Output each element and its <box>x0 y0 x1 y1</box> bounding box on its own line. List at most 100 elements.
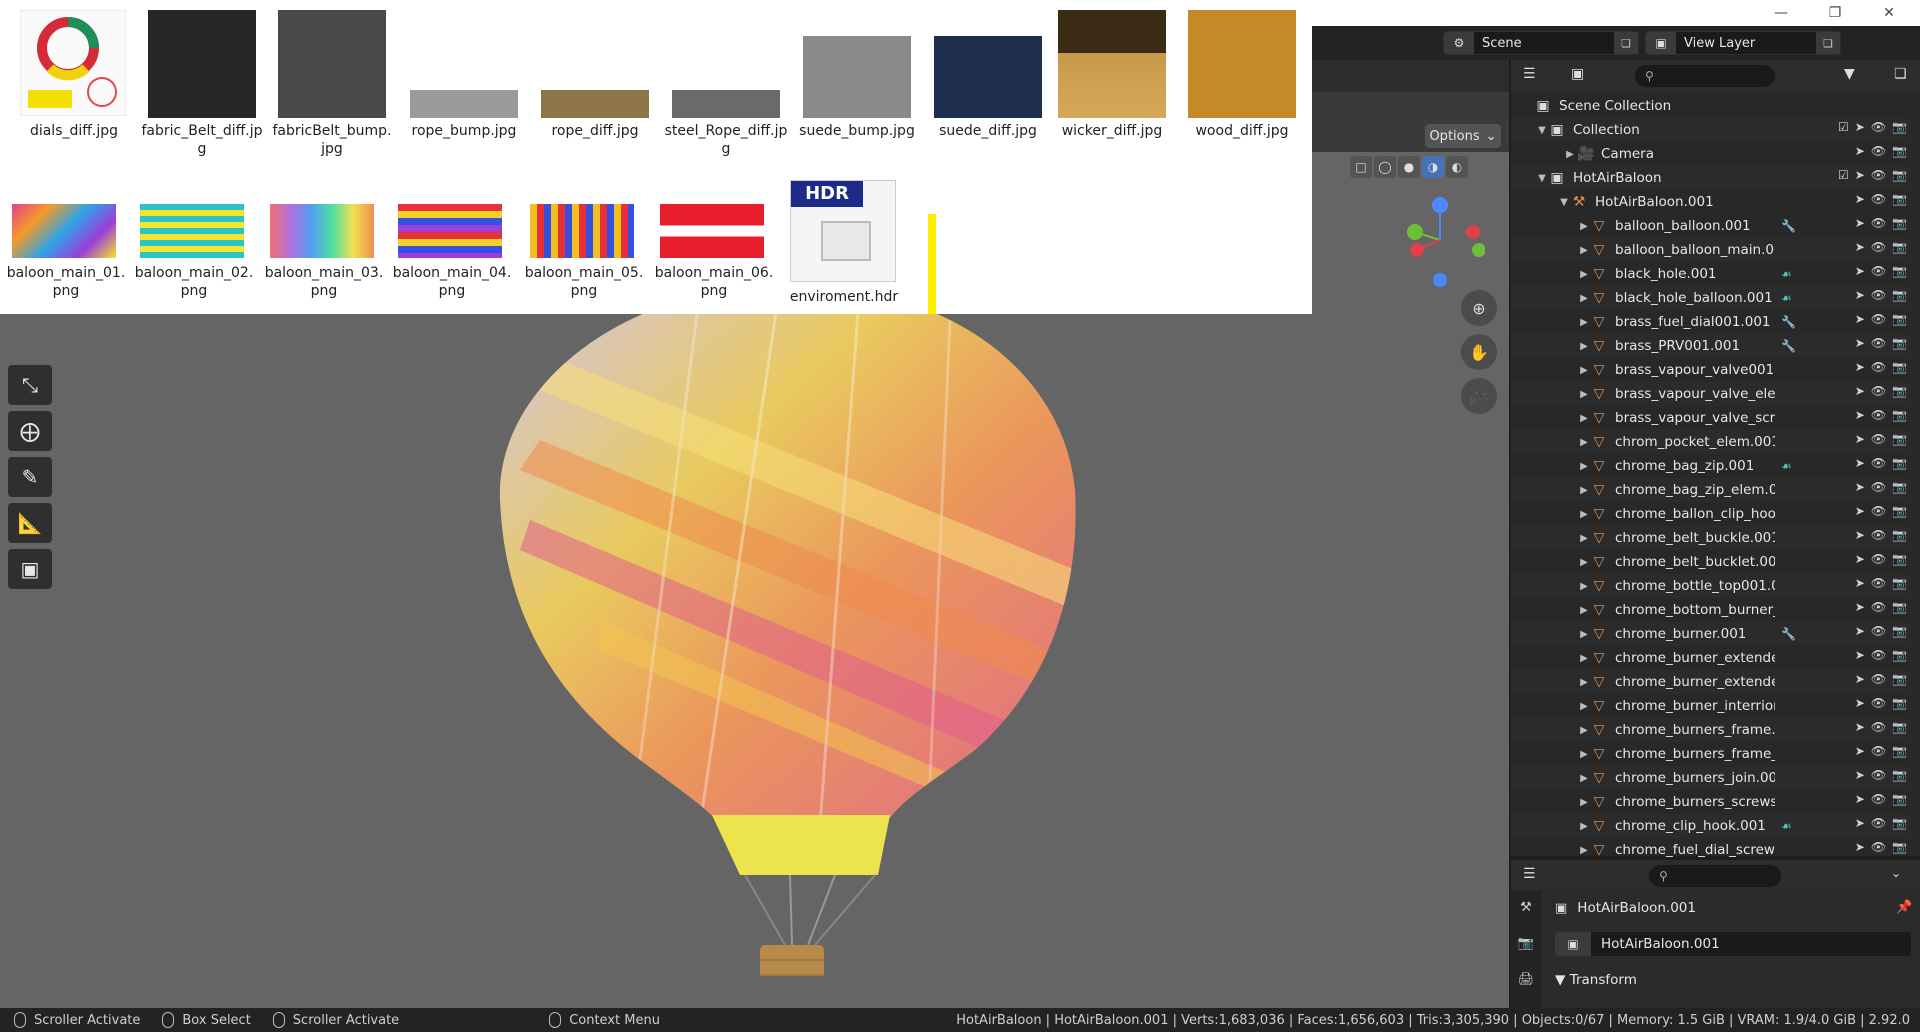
camera-icon[interactable]: 📷 <box>1892 792 1907 806</box>
camera-icon[interactable]: 📷 <box>1892 600 1907 614</box>
expand-arrow-icon[interactable]: ▶ <box>1577 437 1591 448</box>
camera-icon[interactable]: 📷 <box>1892 216 1907 230</box>
expand-arrow-icon[interactable]: ▶ <box>1577 245 1591 256</box>
expand-arrow-icon[interactable]: ▶ <box>1577 701 1591 712</box>
outliner-row-object[interactable]: ▶ ▽ balloon_balloon_main.001 ➤ 👁 📷 <box>1511 238 1911 262</box>
file-item-enviroment-hdr[interactable]: HDR enviroment.hdr <box>790 180 898 306</box>
file-item-baloon-main-04[interactable]: baloon_main_04. png <box>393 204 511 300</box>
expand-arrow-icon[interactable]: ▶ <box>1577 797 1591 808</box>
file-browser-overlay[interactable]: dials_diff.jpg fabric_Belt_diff.jp g fab… <box>0 0 1312 314</box>
select-arrow-icon[interactable]: ➤ <box>1855 120 1865 134</box>
pin-icon[interactable]: 📌 <box>1896 900 1912 915</box>
select-arrow-icon[interactable]: ➤ <box>1855 240 1865 254</box>
expand-arrow-icon[interactable]: ▶ <box>1577 293 1591 304</box>
minimize-icon[interactable]: — <box>1758 0 1804 26</box>
camera-icon[interactable]: 📷 <box>1892 144 1907 158</box>
eye-icon[interactable]: 👁 <box>1871 336 1886 350</box>
tree-icon[interactable]: ☙ <box>1781 267 1792 281</box>
tree-icon[interactable]: ☙ <box>1781 459 1792 473</box>
properties-panel[interactable]: ☰ ⚲ ⌄ ⚒ 📷 🖨 ▣ HotAirBaloon.001 ▣ HotAirB… <box>1511 860 1920 1010</box>
select-arrow-icon[interactable]: ➤ <box>1855 192 1865 206</box>
eye-icon[interactable]: 👁 <box>1871 216 1886 230</box>
eye-icon[interactable]: 👁 <box>1871 480 1886 494</box>
new-view-layer-icon[interactable]: ❏ <box>1816 32 1840 54</box>
outliner-row-object[interactable]: ▶ ▽ chrome_belt_bucklet.001 ➤ 👁 📷 <box>1511 550 1911 574</box>
outliner-row-object[interactable]: ▶▽ brass_vapour_valve001.001 ➤ 👁 📷 <box>1511 358 1911 382</box>
chevron-down-icon[interactable]: ⌄ <box>1891 866 1901 880</box>
new-scene-icon[interactable]: ❏ <box>1614 32 1638 54</box>
eye-icon[interactable]: 👁 <box>1871 600 1886 614</box>
expand-arrow-icon[interactable]: ▶ <box>1577 221 1591 232</box>
outliner-row-object[interactable]: ▶ ▽ chrome_burner.001 🔧 ➤ 👁 📷 <box>1511 622 1911 646</box>
expand-arrow-icon[interactable]: ▶ <box>1577 749 1591 760</box>
eye-icon[interactable]: 👁 <box>1871 528 1886 542</box>
outliner-row-object[interactable]: ▶▽ chrome_ballon_clip_hooks.001 ➤ 👁 📷 <box>1511 502 1911 526</box>
expand-arrow-icon[interactable]: ▶ <box>1577 629 1591 640</box>
view-layer-selector[interactable]: ▣ View Layer ❏ <box>1645 31 1841 55</box>
file-item-rope-diff[interactable]: rope_diff.jpg <box>541 10 649 140</box>
file-item-steel-rope-diff[interactable]: steel_Rope_diff.jp g <box>665 10 787 158</box>
select-arrow-icon[interactable]: ➤ <box>1855 576 1865 590</box>
outliner-row-object[interactable]: ▶ ▽ black_hole_balloon.001 ☙ ➤ 👁 📷 <box>1511 286 1911 310</box>
eye-icon[interactable]: 👁 <box>1871 768 1886 782</box>
select-arrow-icon[interactable]: ➤ <box>1855 816 1865 830</box>
select-arrow-icon[interactable]: ➤ <box>1855 336 1865 350</box>
expand-arrow-icon[interactable]: ▶ <box>1577 509 1591 520</box>
file-item-dials[interactable]: dials_diff.jpg <box>20 10 128 140</box>
outliner-panel[interactable]: ☰ ▣ ⚲ ▼ ❏ ▣ Scene Collection ▼ ▣ Collect… <box>1511 60 1920 858</box>
select-arrow-icon[interactable]: ➤ <box>1855 432 1865 446</box>
navigation-gizmo[interactable] <box>1395 190 1485 290</box>
outliner-row-object[interactable]: ▶ ▽ chrom_pocket_elem.001 ➤ 👁 📷 <box>1511 430 1911 454</box>
eye-icon[interactable]: 👁 <box>1871 672 1886 686</box>
camera-icon[interactable]: 📷 <box>1892 360 1907 374</box>
outliner-row-object[interactable]: ▶ ▽ chrome_clip_hook.001 ☙ ➤ 👁 📷 <box>1511 814 1911 838</box>
eye-icon[interactable]: 👁 <box>1871 816 1886 830</box>
eye-icon[interactable]: 👁 <box>1871 576 1886 590</box>
eye-icon[interactable]: 👁 <box>1871 192 1886 206</box>
wireframe-shading-icon[interactable]: ◯ <box>1374 156 1396 178</box>
solid-shading-icon[interactable]: ● <box>1398 156 1420 178</box>
camera-icon[interactable]: 📷 <box>1892 696 1907 710</box>
eye-icon[interactable]: 👁 <box>1871 648 1886 662</box>
outliner-row-camera[interactable]: ▶ 🎥 Camera ➤ 👁 📷 <box>1511 142 1911 166</box>
outliner-row-object[interactable]: ▶▽ chrome_burners_frame_screw ➤ 👁 📷 <box>1511 742 1911 766</box>
expand-arrow-icon[interactable]: ▼ <box>1535 173 1549 184</box>
select-arrow-icon[interactable]: ➤ <box>1855 144 1865 158</box>
eye-icon[interactable]: 👁 <box>1871 720 1886 734</box>
select-arrow-icon[interactable]: ➤ <box>1855 672 1865 686</box>
expand-arrow-icon[interactable]: ▶ <box>1577 725 1591 736</box>
eye-icon[interactable]: 👁 <box>1871 240 1886 254</box>
camera-view-icon[interactable]: 🎥 <box>1461 378 1497 414</box>
expand-arrow-icon[interactable]: ▼ <box>1557 197 1571 208</box>
file-item-baloon-main-02[interactable]: baloon_main_02. png <box>135 204 253 300</box>
add-cube-tool-icon[interactable]: ▣ <box>8 549 52 589</box>
camera-icon[interactable]: 📷 <box>1892 288 1907 302</box>
select-arrow-icon[interactable]: ➤ <box>1855 168 1865 182</box>
outliner-row-object[interactable]: ▶▽ chrome_burners_screws.001 ➤ 👁 📷 <box>1511 790 1911 814</box>
material-preview-icon[interactable]: ◑ <box>1422 156 1444 178</box>
scene-name[interactable]: Scene <box>1474 36 1614 51</box>
outliner-row-object[interactable]: ▶ ▽ brass_PRV001.001 🔧 ➤ 👁 📷 <box>1511 334 1911 358</box>
wrench-icon[interactable]: 🔧 <box>1781 219 1796 233</box>
outliner-row-object[interactable]: ▶▽ chrome_fuel_dial_screws001. ➤ 👁 📷 <box>1511 838 1911 862</box>
outliner-row-hotairbaloon[interactable]: ▼ ▣ HotAirBaloon ☑ ➤ 👁 📷 <box>1511 166 1911 190</box>
outliner-row-object[interactable]: ▶▽ chrome_burner_extende_coil_ ➤ 👁 📷 <box>1511 670 1911 694</box>
output-tab-icon[interactable]: 🖨 <box>1511 962 1541 998</box>
file-item-wicker-diff[interactable]: wicker_diff.jpg <box>1058 10 1166 140</box>
eye-icon[interactable]: 👁 <box>1871 456 1886 470</box>
select-arrow-icon[interactable]: ➤ <box>1855 384 1865 398</box>
expand-arrow-icon[interactable]: ▶ <box>1577 605 1591 616</box>
select-arrow-icon[interactable]: ➤ <box>1855 792 1865 806</box>
outliner-editor-icon[interactable]: ☰ <box>1523 66 1536 82</box>
view-layer-name[interactable]: View Layer <box>1676 36 1816 51</box>
expand-arrow-icon[interactable]: ▶ <box>1577 413 1591 424</box>
expand-arrow-icon[interactable]: ▶ <box>1577 389 1591 400</box>
scene-selector[interactable]: ⚙ Scene ❏ <box>1443 31 1639 55</box>
camera-icon[interactable]: 📷 <box>1892 816 1907 830</box>
xray-toggle-icon[interactable]: □ <box>1350 156 1372 178</box>
outliner-row-object[interactable]: ▶▽ brass_vapour_valve_screw001 ➤ 👁 📷 <box>1511 406 1911 430</box>
object-type-icon[interactable]: ▣ <box>1555 932 1591 956</box>
select-arrow-icon[interactable]: ➤ <box>1855 720 1865 734</box>
expand-arrow-icon[interactable]: ▼ <box>1535 125 1549 136</box>
outliner-row-object[interactable]: ▶ ▽ chrome_burners_join.001 ➤ 👁 📷 <box>1511 766 1911 790</box>
